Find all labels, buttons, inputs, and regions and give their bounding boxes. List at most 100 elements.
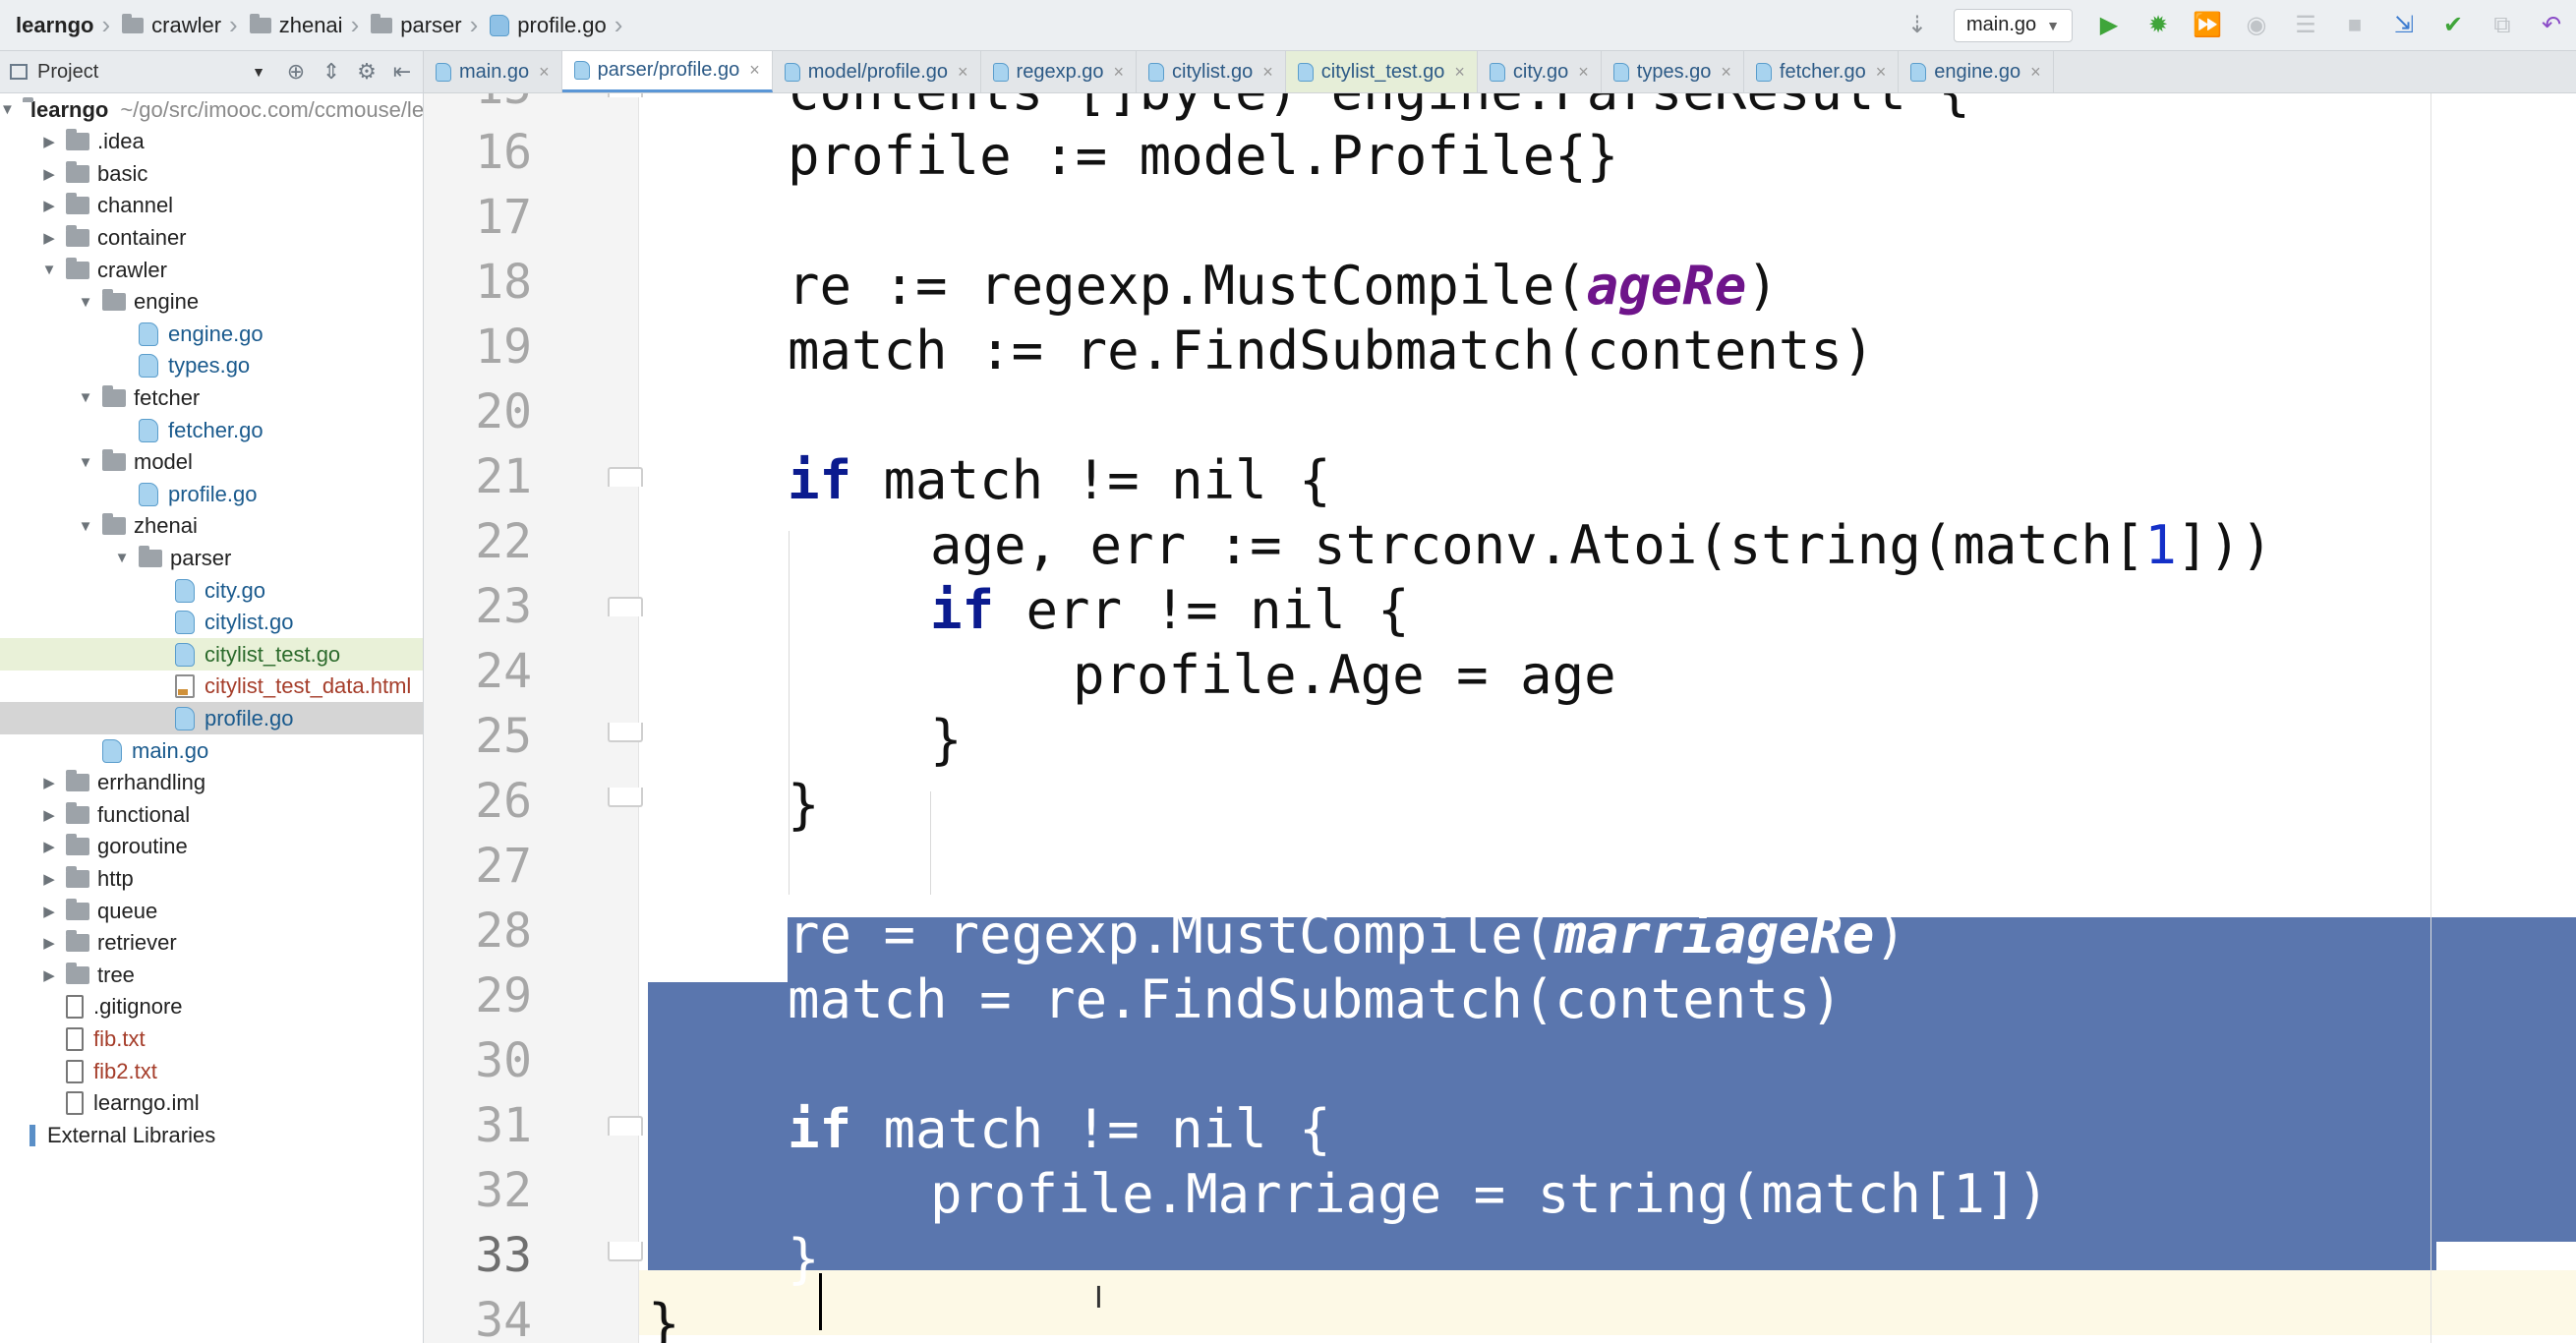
hide-panel-icon[interactable]: ⇤ (387, 59, 417, 85)
chevron-down-icon[interactable]: ▼ (252, 64, 265, 80)
collapse-arrow-icon[interactable]: ▶ (40, 165, 58, 183)
editor-tab[interactable]: fetcher.go × (1744, 51, 1900, 92)
vcs-compare-icon[interactable]: ⧉ (2486, 9, 2519, 42)
editor-tab[interactable]: city.go × (1478, 51, 1602, 92)
close-icon[interactable]: × (1114, 62, 1125, 83)
close-icon[interactable]: × (1721, 62, 1731, 83)
collapse-arrow-icon[interactable]: ▶ (40, 133, 58, 150)
project-tree-item[interactable]: ▼ model (0, 446, 423, 479)
run-configuration-select[interactable]: main.go ▼ (1953, 8, 2073, 42)
project-tree-item[interactable]: main.go (0, 734, 423, 767)
collapse-arrow-icon[interactable]: ▶ (40, 903, 58, 920)
breadcrumb-item[interactable]: crawler › (122, 0, 250, 50)
expand-arrow-icon[interactable]: ▼ (113, 550, 131, 566)
project-tree-item[interactable]: citylist_test.go (0, 638, 423, 672)
close-icon[interactable]: × (958, 62, 968, 83)
project-tree-item[interactable]: ▶ goroutine (0, 831, 423, 863)
project-tree-item[interactable]: city.go (0, 574, 423, 607)
project-tree-item[interactable]: ▶ container (0, 221, 423, 254)
close-icon[interactable]: × (1876, 62, 1887, 83)
project-tree-item[interactable]: learngo.iml (0, 1087, 423, 1120)
scroll-from-source-icon[interactable]: ⊕ (281, 59, 311, 85)
project-tree-item[interactable]: citylist.go (0, 607, 423, 639)
project-tree-item[interactable]: External Libraries (0, 1119, 423, 1151)
vcs-commit-icon[interactable]: ✔ (2436, 9, 2470, 42)
project-tree-item[interactable]: citylist_test_data.html (0, 671, 423, 703)
close-icon[interactable]: × (539, 62, 550, 83)
project-tree-item[interactable]: ▶ .idea (0, 126, 423, 158)
editor-tab[interactable]: regexp.go × (981, 51, 1138, 92)
close-icon[interactable]: × (1262, 62, 1273, 83)
build-icon[interactable]: ⇣ (1901, 9, 1934, 42)
project-tree-item[interactable]: fetcher.go (0, 414, 423, 446)
collapse-all-icon[interactable]: ⇕ (317, 59, 346, 85)
project-tree-item[interactable]: ▶ retriever (0, 927, 423, 960)
breadcrumb-item[interactable]: zhenai › (249, 0, 372, 50)
project-view-label[interactable]: Project (37, 61, 98, 84)
project-tree-item[interactable]: ▶ tree (0, 959, 423, 991)
project-tree-item[interactable]: types.go (0, 350, 423, 382)
collapse-arrow-icon[interactable]: ▶ (40, 966, 58, 984)
editor-tab[interactable]: engine.go × (1899, 51, 2054, 92)
project-tree-item[interactable]: ▼ engine (0, 286, 423, 319)
editor-tab[interactable]: citylist.go × (1137, 51, 1286, 92)
expand-arrow-icon[interactable]: ▼ (77, 294, 94, 311)
fold-end-marker-icon[interactable] (608, 723, 643, 742)
run-coverage-icon[interactable]: ⏩ (2191, 9, 2224, 42)
collapse-arrow-icon[interactable]: ▶ (40, 197, 58, 214)
fold-marker-icon[interactable] (608, 597, 643, 616)
project-tree-item[interactable]: fib.txt (0, 1022, 423, 1055)
fold-end-marker-icon[interactable] (608, 1242, 643, 1261)
project-tree-item[interactable]: ▶ http (0, 862, 423, 895)
code-editor[interactable]: 15contents []byte) engine.ParseResult {1… (424, 93, 2576, 1343)
fold-end-marker-icon[interactable] (608, 788, 643, 807)
collapse-arrow-icon[interactable]: ▶ (40, 870, 58, 888)
close-icon[interactable]: × (1578, 62, 1589, 83)
stop-icon[interactable]: ■ (2338, 9, 2371, 42)
project-tree-item[interactable]: ▶ basic (0, 157, 423, 190)
breadcrumb-item[interactable]: profile.go › (490, 0, 634, 50)
project-tree-item[interactable]: fib2.txt (0, 1055, 423, 1087)
collapse-arrow-icon[interactable]: ▶ (40, 774, 58, 791)
project-tree-item[interactable]: ▼ learngo ~/go/src/imooc.com/ccmouse/learn… (0, 93, 423, 126)
project-tree-item[interactable]: ▶ queue (0, 895, 423, 927)
editor-tab[interactable]: model/profile.go × (773, 51, 981, 92)
fold-marker-icon[interactable] (608, 1116, 643, 1136)
editor-tab[interactable]: parser/profile.go × (561, 51, 773, 92)
close-icon[interactable]: × (1454, 62, 1465, 83)
project-tree-item[interactable]: ▶ channel (0, 190, 423, 222)
collapse-arrow-icon[interactable]: ▶ (40, 229, 58, 247)
project-tree-item[interactable]: profile.go (0, 478, 423, 510)
project-tree-item[interactable]: ▶ errhandling (0, 767, 423, 799)
editor-tab[interactable]: main.go × (424, 51, 562, 92)
close-icon[interactable]: × (2030, 62, 2041, 83)
project-tree-item[interactable]: engine.go (0, 318, 423, 350)
vcs-revert-icon[interactable]: ↶ (2535, 9, 2568, 42)
gear-icon[interactable]: ⚙ (352, 59, 381, 85)
expand-arrow-icon[interactable]: ▼ (77, 389, 94, 406)
expand-arrow-icon[interactable]: ▼ (40, 262, 58, 278)
project-tree-item[interactable]: ▼ fetcher (0, 381, 423, 414)
collapse-arrow-icon[interactable]: ▶ (40, 934, 58, 952)
editor-tab[interactable]: types.go × (1602, 51, 1744, 92)
run-icon[interactable]: ▶ (2092, 9, 2126, 42)
collapse-arrow-icon[interactable]: ▶ (40, 838, 58, 855)
expand-arrow-icon[interactable]: ▼ (77, 454, 94, 471)
concurrency-icon[interactable]: ☰ (2289, 9, 2322, 42)
project-tree-item[interactable]: ▶ functional (0, 798, 423, 831)
fold-marker-icon[interactable] (608, 467, 643, 487)
fold-marker-icon[interactable] (608, 93, 643, 97)
project-tree-item[interactable]: ▼ zhenai (0, 510, 423, 543)
project-tree-item[interactable]: ▼ parser (0, 542, 423, 574)
breadcrumb-item[interactable]: learngo › (0, 0, 122, 50)
breadcrumb-item[interactable]: parser › (371, 0, 490, 50)
vcs-update-icon[interactable]: ⇲ (2387, 9, 2421, 42)
project-tree-item[interactable]: profile.go (0, 702, 423, 735)
project-tree-item[interactable]: ▼ crawler (0, 254, 423, 286)
expand-arrow-icon[interactable]: ▼ (77, 518, 94, 535)
editor-tab[interactable]: citylist_test.go × (1285, 51, 1478, 92)
collapse-arrow-icon[interactable]: ▶ (40, 806, 58, 824)
project-tree-item[interactable]: .gitignore (0, 991, 423, 1023)
profile-icon[interactable]: ◉ (2240, 9, 2273, 42)
debug-icon[interactable]: ✹ (2141, 9, 2175, 42)
